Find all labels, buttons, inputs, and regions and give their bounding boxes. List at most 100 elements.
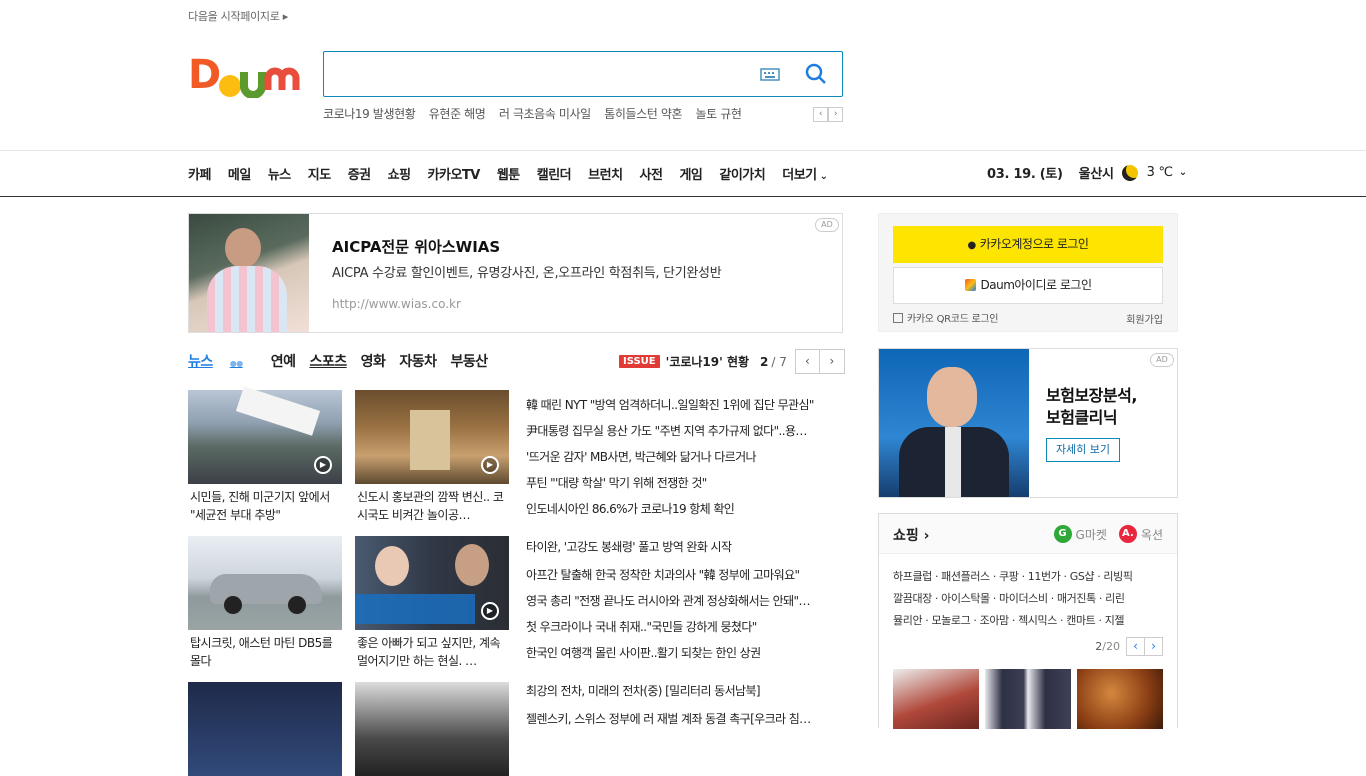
nav-item-calendar[interactable]: 캘린더 bbox=[537, 164, 572, 183]
news-caption[interactable]: 좋은 아빠가 되고 싶지만, 계속 멀어지기만 하는 현실. … bbox=[357, 634, 511, 670]
shopping-mall-row[interactable]: 뮬리안 · 모놀로그 · 조아맘 · 젝시믹스 · 캔마트 · 지젤 bbox=[893, 610, 1168, 632]
nav-item-together[interactable]: 같이가치 bbox=[719, 164, 765, 183]
nav-item-brunch[interactable]: 브런치 bbox=[588, 164, 623, 183]
nav-item-webtoon[interactable]: 웹툰 bbox=[497, 164, 520, 183]
news-thumbnail[interactable] bbox=[355, 682, 509, 776]
trending-item[interactable]: 놀토 규현 bbox=[696, 107, 742, 121]
news-headline[interactable]: '뜨거운 감자' MB사면, 박근혜와 닮거나 다르거나 bbox=[526, 448, 843, 465]
tab-car[interactable]: 자동차 bbox=[399, 351, 437, 371]
tab-entertainment[interactable]: 연예 bbox=[271, 351, 296, 371]
kakao-login-button[interactable]: ● 카카오계정으로 로그인 bbox=[893, 226, 1163, 263]
daum-logo[interactable]: D bbox=[188, 50, 304, 98]
ad-title[interactable]: 보험보장분석, 보험클리닉 bbox=[1046, 385, 1137, 429]
news-caption[interactable]: 탑시크릿, 애스턴 마틴 DB5를 몰다 bbox=[190, 634, 344, 670]
search-icon[interactable] bbox=[804, 62, 828, 86]
gmarket-icon: G bbox=[1053, 525, 1072, 543]
news-thumbnail[interactable]: ▶ bbox=[188, 386, 342, 484]
kakao-login-label: 카카오계정으로 로그인 bbox=[979, 237, 1089, 251]
ad-detail-button[interactable]: 자세히 보기 bbox=[1046, 438, 1120, 462]
product-image[interactable] bbox=[1077, 669, 1163, 729]
daum-login-button[interactable]: Daum아이디로 로그인 bbox=[893, 267, 1163, 304]
chevron-down-icon[interactable]: ⌄ bbox=[1179, 167, 1187, 178]
news-headline[interactable]: 아프간 탈출해 한국 정착한 치과의사 "韓 정부에 고마워요" bbox=[526, 566, 843, 583]
tab-sports[interactable]: 스포츠 bbox=[310, 351, 348, 371]
ad-badge[interactable]: AD bbox=[815, 218, 839, 232]
news-headline[interactable]: 젤렌스키, 스위스 정부에 러 재벌 계좌 동결 촉구[우크라 침… bbox=[526, 710, 843, 727]
issue-badge: ISSUE bbox=[619, 354, 660, 368]
news-headline[interactable]: 한국인 여행객 몰린 사이판..활기 되찾는 한인 상권 bbox=[526, 644, 843, 661]
shopping-pager: 2 /20 ‹ › bbox=[1095, 637, 1163, 656]
nav-item-kakaotv[interactable]: 카카오TV bbox=[428, 164, 481, 183]
ad-badge[interactable]: AD bbox=[1150, 353, 1174, 367]
news-headline[interactable]: 영국 총리 "전쟁 끝나도 러시아와 관계 정상화해서는 안돼"… bbox=[526, 592, 843, 609]
tab-movie[interactable]: 영화 bbox=[361, 351, 386, 371]
temperature-label[interactable]: 3 ℃ bbox=[1147, 165, 1173, 180]
nav-item-more[interactable]: 더보기 ⌄ bbox=[782, 164, 828, 183]
shopping-mall-row[interactable]: 하프클럽 · 패션플러스 · 쿠팡 · 11번가 · GS샵 · 리빙픽 bbox=[893, 566, 1168, 588]
shopping-header: 쇼핑 › G G마켓 A. 옥션 bbox=[879, 514, 1177, 554]
trending-prev-button[interactable]: ‹ bbox=[813, 107, 828, 122]
news-headline[interactable]: 인도네시아인 86.6%가 코로나19 항체 확인 bbox=[526, 500, 843, 517]
search-box[interactable] bbox=[323, 51, 843, 97]
nav-item-cafe[interactable]: 카페 bbox=[188, 164, 211, 183]
page-current: 2 bbox=[760, 354, 769, 369]
issue-link[interactable]: ISSUE '코로나19' 현황 bbox=[619, 351, 749, 371]
set-homepage-link[interactable]: 다음을 시작페이지로 ▸ bbox=[188, 8, 288, 24]
tab-realestate[interactable]: 부동산 bbox=[451, 351, 489, 371]
trending-item[interactable]: 톰히들스턴 약혼 bbox=[604, 107, 682, 121]
ad-title[interactable]: AICPA전문 위아스WIAS bbox=[332, 236, 500, 257]
shopping-next-button[interactable]: › bbox=[1144, 637, 1163, 656]
trending-keywords: 코로나19 발생현황 유현준 해명 러 극초음속 미사일 톰히들스턴 약혼 놀토… bbox=[323, 105, 843, 123]
nav-item-dictionary[interactable]: 사전 bbox=[640, 164, 663, 183]
top-banner-ad[interactable]: AICPA전문 위아스WIAS AICPA 수강료 할인이벤트, 유명강사진, … bbox=[188, 213, 843, 333]
news-caption[interactable]: 신도시 홍보관의 깜짝 변신.. 코시국도 비켜간 놀이공… bbox=[357, 488, 511, 524]
ad-image bbox=[189, 214, 309, 332]
news-next-button[interactable]: › bbox=[819, 349, 845, 374]
gmarket-link[interactable]: G마켓 bbox=[1076, 526, 1107, 543]
news-thumbnail[interactable]: ▶ bbox=[355, 536, 509, 630]
tab-news[interactable]: 뉴스 ●● bbox=[188, 351, 257, 371]
news-headline[interactable]: 尹대통령 집무실 용산 가도 "주변 지역 추가규제 없다"..용… bbox=[526, 422, 843, 439]
qr-icon bbox=[893, 313, 903, 323]
side-banner-ad[interactable]: 보험보장분석, 보험클리닉 자세히 보기 AD bbox=[878, 348, 1178, 498]
daum-d-icon bbox=[964, 279, 976, 291]
news-thumbnail[interactable] bbox=[188, 682, 342, 776]
shopping-mall-list: 하프클럽 · 패션플러스 · 쿠팡 · 11번가 · GS샵 · 리빙픽 깔끔대… bbox=[893, 566, 1168, 632]
nav-item-news[interactable]: 뉴스 bbox=[268, 164, 291, 183]
play-icon: ▶ bbox=[481, 456, 499, 474]
trending-next-button[interactable]: › bbox=[828, 107, 843, 122]
trending-item[interactable]: 러 극초음속 미사일 bbox=[499, 107, 591, 121]
qr-login-link[interactable]: 카카오 QR코드 로그인 bbox=[893, 310, 998, 325]
product-image[interactable] bbox=[893, 669, 979, 729]
shopping-prev-button[interactable]: ‹ bbox=[1126, 637, 1145, 656]
keyboard-icon[interactable] bbox=[760, 66, 780, 82]
city-label[interactable]: 울산시 bbox=[1079, 163, 1114, 182]
news-headline[interactable]: 첫 우크라이나 국내 취재.."국민들 강하게 뭉쳤다" bbox=[526, 618, 843, 635]
news-caption[interactable]: 시민들, 진해 미군기지 앞에서 "세균전 부대 추방" bbox=[190, 488, 344, 524]
shopping-box: 쇼핑 › G G마켓 A. 옥션 하프클럽 · 패션플러스 · 쿠팡 · 11번… bbox=[878, 513, 1178, 729]
shopping-page-total: /20 bbox=[1102, 640, 1120, 653]
shopping-title[interactable]: 쇼핑 › bbox=[893, 525, 929, 545]
trending-item[interactable]: 유현준 해명 bbox=[429, 107, 486, 121]
news-headline[interactable]: 타이완, '고강도 봉쇄령' 풀고 방역 완화 시작 bbox=[526, 538, 843, 555]
shopping-mall-row[interactable]: 깔끔대장 · 아이스탁몰 · 마이더스비 · 매거진톡 · 리린 bbox=[893, 588, 1168, 610]
search-input[interactable] bbox=[334, 60, 744, 88]
news-thumbnail[interactable] bbox=[188, 536, 342, 630]
ad-description[interactable]: AICPA 수강료 할인이벤트, 유명강사진, 온,오프라인 학점취득, 단기완… bbox=[332, 262, 722, 281]
auction-link[interactable]: 옥션 bbox=[1141, 526, 1163, 543]
news-headline[interactable]: 韓 때린 NYT "방역 엄격하더니..일일확진 1위에 집단 무관심" bbox=[526, 396, 843, 413]
signup-link[interactable]: 회원가입 bbox=[1126, 311, 1163, 326]
service-nav: 카페 메일 뉴스 지도 증권 쇼핑 카카오TV 웹툰 캘린더 브런치 사전 게임… bbox=[0, 150, 1366, 197]
news-prev-button[interactable]: ‹ bbox=[794, 349, 820, 374]
trending-item[interactable]: 코로나19 발생현황 bbox=[323, 107, 416, 121]
news-headline[interactable]: 푸틴 "'대량 학살' 막기 위해 전쟁한 것" bbox=[526, 474, 843, 491]
nav-item-shopping[interactable]: 쇼핑 bbox=[388, 164, 411, 183]
news-headline[interactable]: 최강의 전차, 미래의 전차(중) [밀리터리 동서남북] bbox=[526, 682, 843, 699]
nav-item-mail[interactable]: 메일 bbox=[228, 164, 251, 183]
ad-url[interactable]: http://www.wias.co.kr bbox=[332, 297, 461, 311]
nav-item-game[interactable]: 게임 bbox=[679, 164, 702, 183]
news-thumbnail[interactable]: ▶ bbox=[355, 390, 509, 484]
product-image[interactable] bbox=[985, 669, 1071, 729]
nav-item-stock[interactable]: 증권 bbox=[348, 164, 371, 183]
nav-item-map[interactable]: 지도 bbox=[308, 164, 331, 183]
